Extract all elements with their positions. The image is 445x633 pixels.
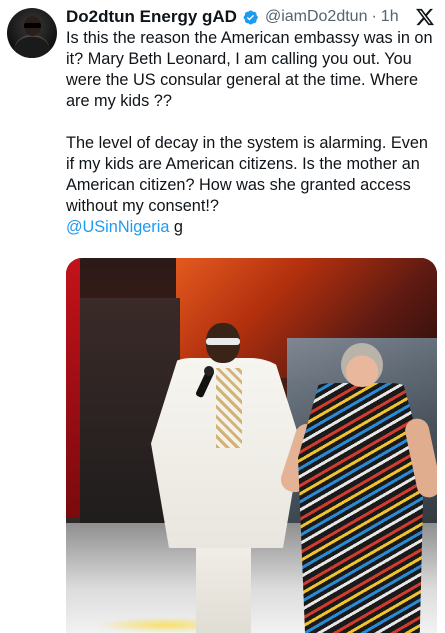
tweet-text-suffix: g xyxy=(169,218,183,236)
tweet-text: Is this the reason the American embassy … xyxy=(66,29,433,215)
mention-link[interactable]: @USinNigeria xyxy=(66,218,169,236)
tweet-body: Is this the reason the American embassy … xyxy=(66,28,438,238)
tweet-header: Do2dtun Energy gAD @iamDo2dtun · 1h xyxy=(66,5,435,29)
author-handle[interactable]: @iamDo2dtun xyxy=(265,8,368,26)
avatar[interactable] xyxy=(7,8,57,58)
author-display-name[interactable]: Do2dtun Energy gAD xyxy=(66,7,237,27)
tweet-timestamp[interactable]: 1h xyxy=(381,8,399,26)
tweet-media-photo[interactable] xyxy=(66,258,437,633)
separator-dot: · xyxy=(371,8,377,25)
verified-badge-icon xyxy=(243,9,258,25)
x-logo-icon[interactable] xyxy=(415,7,435,27)
